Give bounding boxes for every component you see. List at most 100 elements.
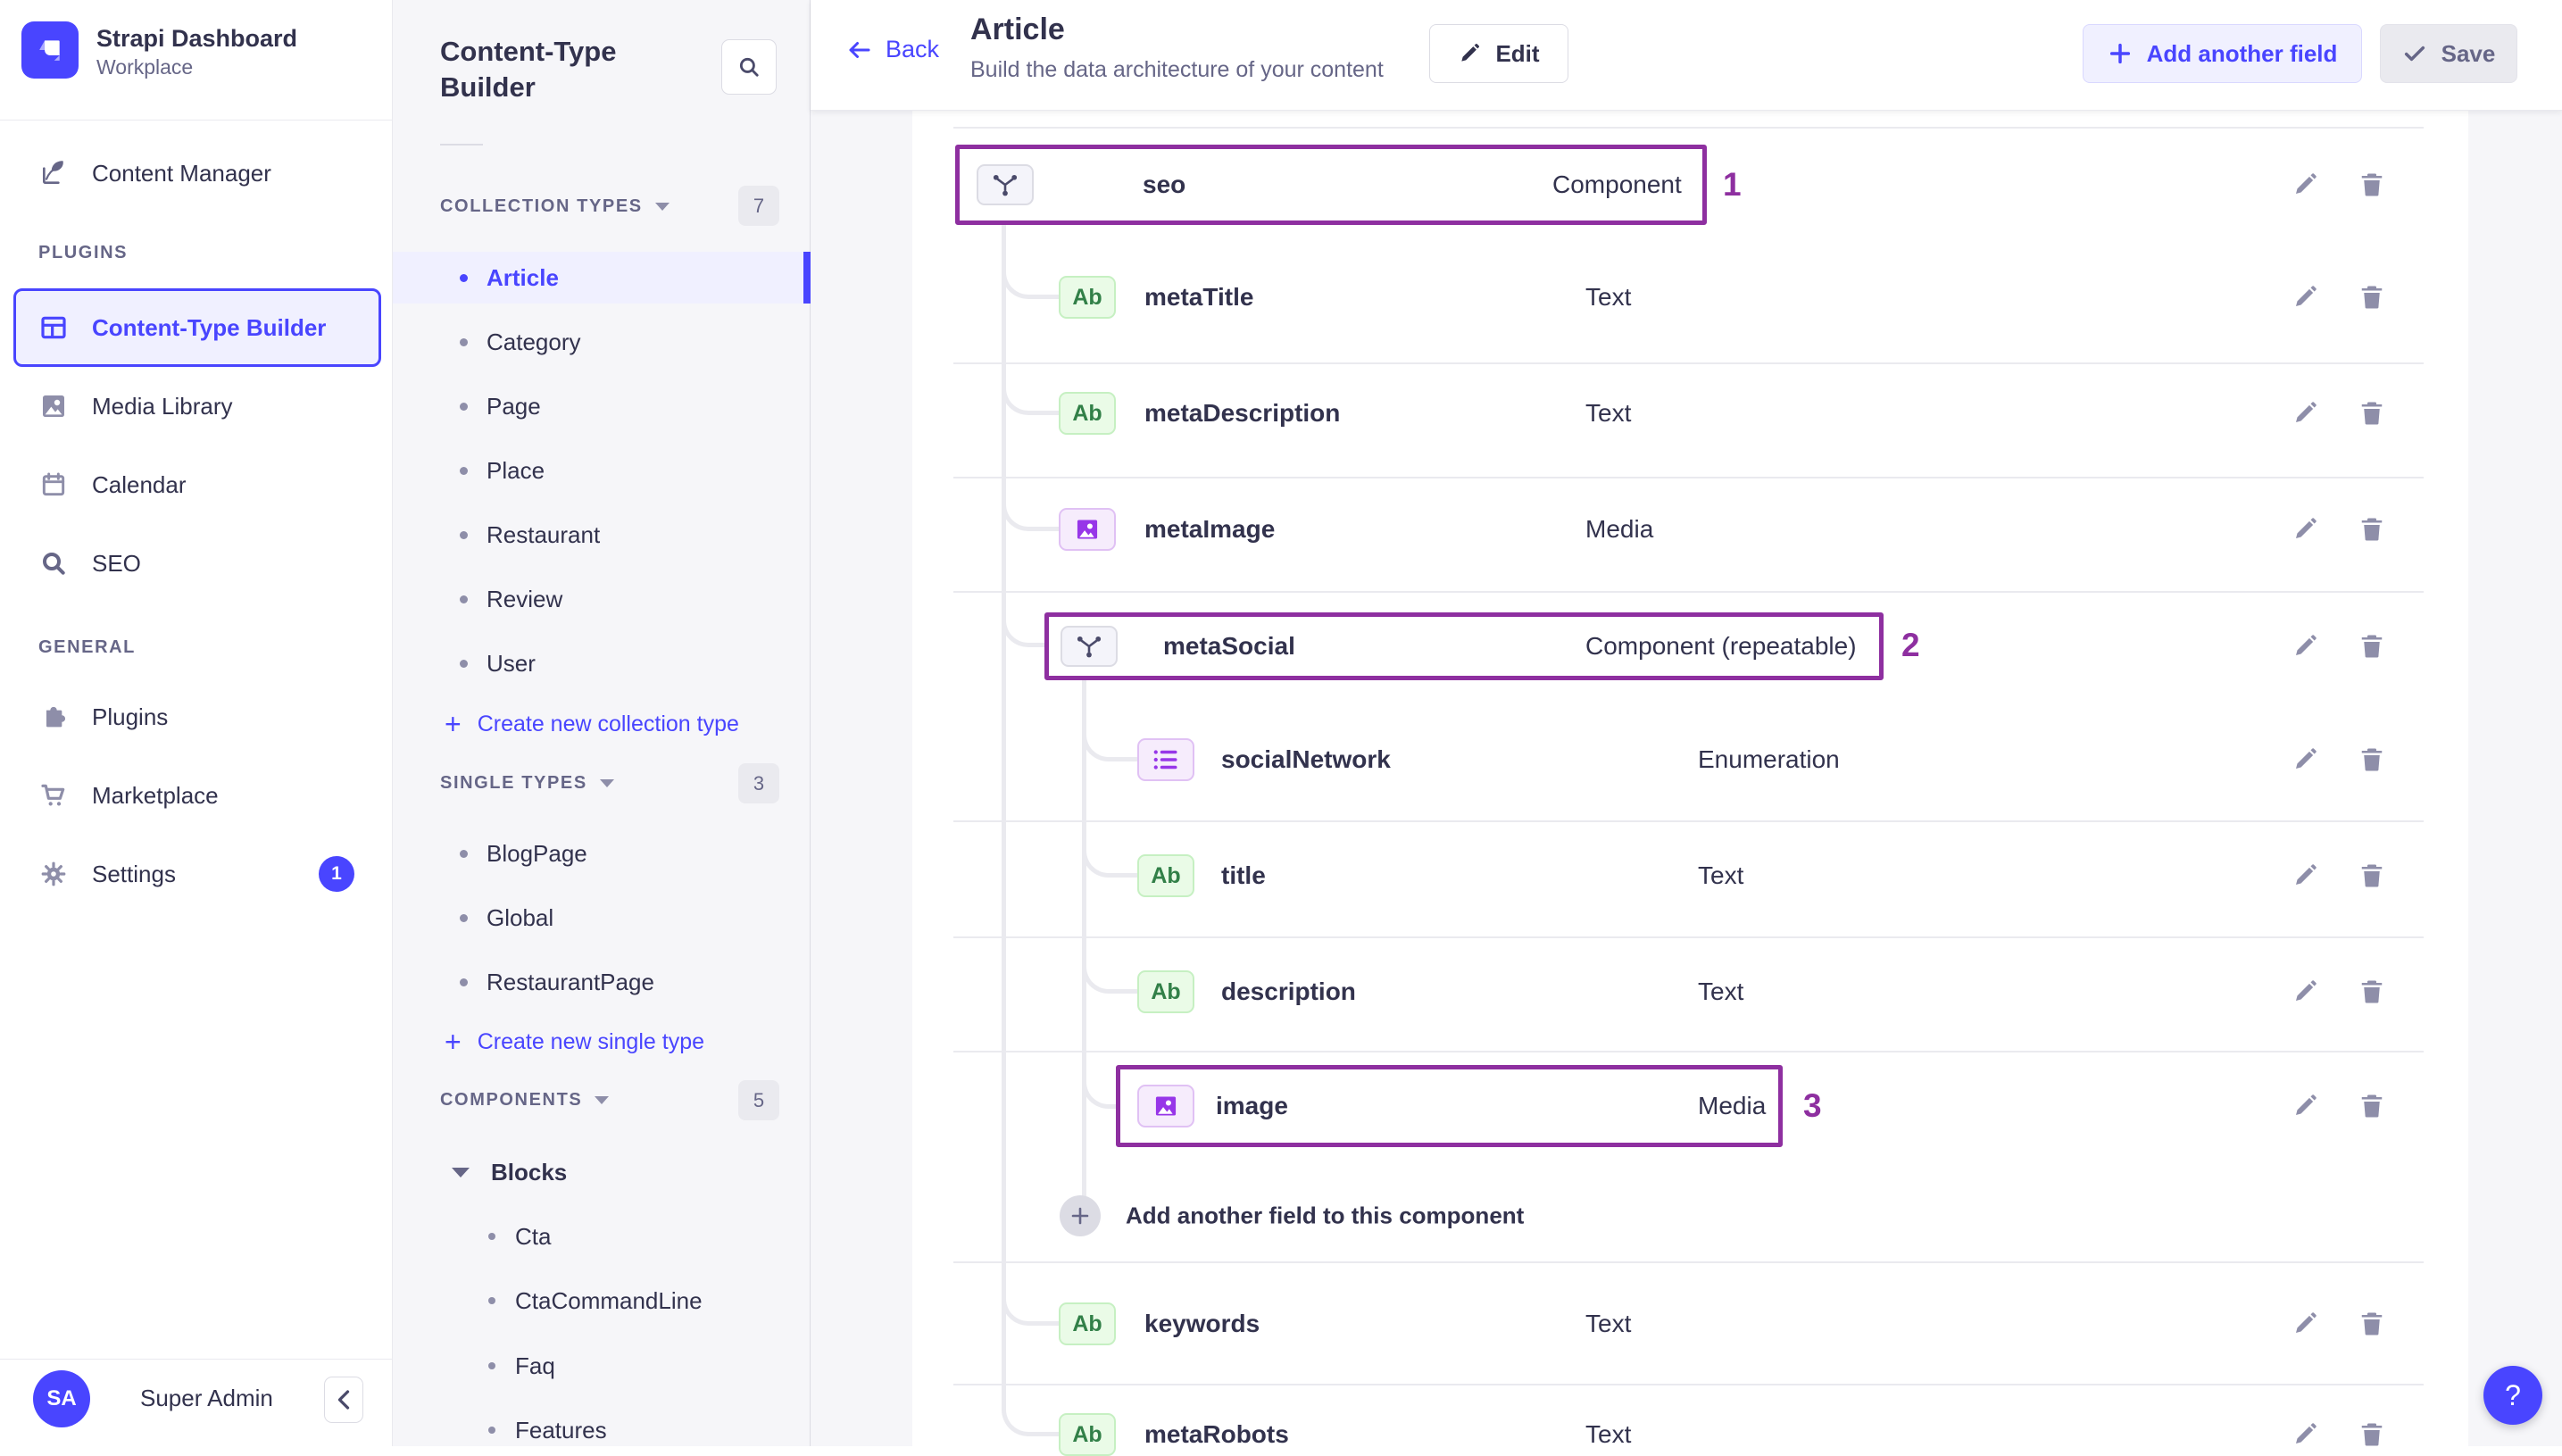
panel-title: Content-Type Builder xyxy=(440,36,617,103)
edit-field-button[interactable] xyxy=(2289,513,2321,545)
sidebar-item-content-type-builder[interactable]: Content-Type Builder xyxy=(0,301,393,354)
collection-type-category[interactable]: Category xyxy=(393,316,811,368)
edit-field-button[interactable] xyxy=(2289,1308,2321,1340)
settings-notification-badge: 1 xyxy=(319,856,354,892)
row-divider xyxy=(953,1384,2424,1385)
field-name: metaDescription xyxy=(1144,399,1341,427)
group-header-collection-types[interactable]: COLLECTION TYPES xyxy=(440,196,670,217)
collapse-sidebar-button[interactable] xyxy=(324,1377,363,1423)
create-label: Create new single type xyxy=(477,1028,704,1054)
create-collection-type-link[interactable]: + Create new collection type xyxy=(393,699,811,749)
component-features[interactable]: Features xyxy=(393,1404,811,1456)
single-type-blogpage[interactable]: BlogPage xyxy=(393,828,811,879)
field-type: Text xyxy=(1698,861,1744,889)
component-cta[interactable]: Cta xyxy=(393,1211,811,1262)
row-divider xyxy=(953,936,2424,938)
sidebar-item-seo[interactable]: SEO xyxy=(0,537,393,590)
collection-type-user[interactable]: User xyxy=(393,637,811,689)
content-type-builder-panel: Content-Type Builder COLLECTION TYPES 7 … xyxy=(393,0,811,1446)
delete-field-button[interactable] xyxy=(2356,397,2388,429)
collection-type-page[interactable]: Page xyxy=(393,380,811,432)
component-ctacommandline[interactable]: CtaCommandLine xyxy=(393,1275,811,1327)
puzzle-icon xyxy=(38,703,69,731)
pencil-icon xyxy=(2296,286,2317,306)
save-button[interactable]: Save xyxy=(2380,24,2517,83)
edit-field-button[interactable] xyxy=(2289,1090,2321,1122)
delete-field-button[interactable] xyxy=(2356,513,2388,545)
field-row-keywords: Ab keywords Text xyxy=(953,1302,2424,1345)
bullet-icon xyxy=(460,273,468,282)
add-component-field-button[interactable] xyxy=(1060,1195,1101,1236)
edit-field-button[interactable] xyxy=(2289,281,2321,313)
delete-field-button[interactable] xyxy=(2356,169,2388,201)
group-header-components[interactable]: COMPONENTS xyxy=(440,1090,610,1111)
media-field-icon xyxy=(1137,1085,1194,1127)
single-types-count: 3 xyxy=(738,763,779,803)
chevron-down-icon xyxy=(452,1167,470,1177)
search-button[interactable] xyxy=(721,39,777,95)
field-type: Component (repeatable) xyxy=(1585,632,1857,660)
sidebar-divider xyxy=(0,120,393,121)
back-label: Back xyxy=(886,36,940,62)
delete-field-button[interactable] xyxy=(2356,1308,2388,1340)
delete-field-button[interactable] xyxy=(2356,976,2388,1008)
edit-field-button[interactable] xyxy=(2289,860,2321,892)
field-name: metaSocial xyxy=(1163,632,1295,660)
row-divider xyxy=(953,127,2424,129)
delete-field-button[interactable] xyxy=(2356,630,2388,662)
trash-icon xyxy=(2361,402,2383,425)
edit-field-button[interactable] xyxy=(2289,744,2321,776)
bullet-icon xyxy=(460,849,468,858)
sidebar-item-media-library[interactable]: Media Library xyxy=(0,379,393,433)
back-link[interactable]: Back xyxy=(846,36,939,63)
component-faq[interactable]: Faq xyxy=(393,1340,811,1392)
add-another-field-button[interactable]: Add another field xyxy=(2083,24,2362,83)
sidebar-item-plugins[interactable]: Plugins xyxy=(0,690,393,744)
bullet-icon xyxy=(460,402,468,411)
text-field-icon: Ab xyxy=(1059,276,1116,319)
pencil-icon xyxy=(2296,748,2317,769)
collection-type-review[interactable]: Review xyxy=(393,573,811,625)
add-component-field-label[interactable]: Add another field to this component xyxy=(1126,1202,1524,1230)
delete-field-button[interactable] xyxy=(2356,744,2388,776)
plus-icon xyxy=(2109,43,2130,64)
collection-type-restaurant[interactable]: Restaurant xyxy=(393,509,811,561)
collection-type-article[interactable]: Article xyxy=(393,252,811,304)
component-category-blocks[interactable]: Blocks xyxy=(393,1146,811,1198)
avatar[interactable]: SA xyxy=(33,1370,90,1427)
single-type-restaurantpage[interactable]: RestaurantPage xyxy=(393,956,811,1008)
sidebar-item-content-manager[interactable]: Content Manager xyxy=(0,146,393,200)
sidebar-item-marketplace[interactable]: Marketplace xyxy=(0,769,393,822)
create-label: Create new collection type xyxy=(477,711,739,736)
help-button[interactable]: ? xyxy=(2483,1366,2542,1425)
field-name: keywords xyxy=(1144,1310,1260,1337)
sidebar-item-label: SEO xyxy=(92,549,141,577)
delete-field-button[interactable] xyxy=(2356,1090,2388,1122)
row-divider xyxy=(953,362,2424,364)
field-row-metarobots: Ab metaRobots Text xyxy=(953,1413,2424,1456)
group-header-single-types[interactable]: SINGLE TYPES xyxy=(440,773,614,794)
field-name: seo xyxy=(1143,171,1186,198)
delete-field-button[interactable] xyxy=(2356,281,2388,313)
create-single-type-link[interactable]: + Create new single type xyxy=(393,1017,811,1067)
edit-field-button[interactable] xyxy=(2289,397,2321,429)
layout-grid-icon xyxy=(38,313,69,342)
trash-icon xyxy=(2361,518,2383,541)
edit-button[interactable]: Edit xyxy=(1429,24,1568,83)
edit-field-button[interactable] xyxy=(2289,630,2321,662)
collection-type-place[interactable]: Place xyxy=(393,445,811,496)
group-label: COMPONENTS xyxy=(440,1090,583,1110)
single-type-global[interactable]: Global xyxy=(393,892,811,944)
text-field-icon: Ab xyxy=(1059,1302,1116,1345)
pencil-icon xyxy=(2296,173,2317,194)
delete-field-button[interactable] xyxy=(2356,860,2388,892)
sidebar-item-calendar[interactable]: Calendar xyxy=(0,458,393,512)
edit-field-button[interactable] xyxy=(2289,976,2321,1008)
pencil-icon xyxy=(2296,1094,2317,1115)
trash-icon xyxy=(2361,748,2383,771)
bullet-icon xyxy=(460,913,468,922)
components-count: 5 xyxy=(738,1080,779,1120)
field-type: Text xyxy=(1698,978,1744,1005)
edit-field-button[interactable] xyxy=(2289,169,2321,201)
sidebar-item-label: Calendar xyxy=(92,470,187,498)
